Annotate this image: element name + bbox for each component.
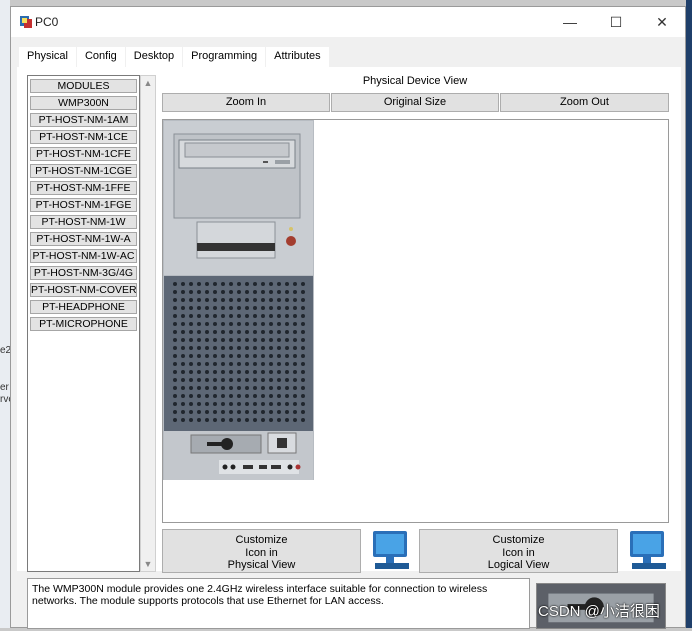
- module-item[interactable]: PT-HOST-NM-1W-A: [30, 232, 137, 246]
- scroll-up-icon[interactable]: ▲: [141, 76, 155, 90]
- module-list: MODULES WMP300N PT-HOST-NM-1AM PT-HOST-N…: [27, 75, 140, 572]
- maximize-button[interactable]: ☐: [593, 7, 639, 37]
- module-item[interactable]: WMP300N: [30, 96, 137, 110]
- customize-logical-icon-button[interactable]: Customize Icon in Logical View: [419, 529, 618, 573]
- pc-tower-image: [163, 120, 314, 480]
- customize-physical-icon-button[interactable]: Customize Icon in Physical View: [162, 529, 361, 573]
- module-item[interactable]: PT-MICROPHONE: [30, 317, 137, 331]
- button-label-line: Physical View: [227, 559, 296, 571]
- tab-physical[interactable]: Physical: [19, 47, 76, 69]
- button-label-line: Icon in: [245, 546, 278, 559]
- module-item[interactable]: PT-HOST-NM-COVER: [30, 283, 137, 297]
- button-label-line: Icon in: [502, 546, 535, 559]
- tab-bar: Physical Config Desktop Programming Attr…: [19, 47, 330, 69]
- scroll-down-icon[interactable]: ▼: [141, 557, 155, 571]
- tab-config[interactable]: Config: [76, 47, 125, 67]
- watermark: CSDN @小洁很困: [538, 603, 660, 620]
- background-desktop: [0, 0, 10, 628]
- module-item[interactable]: PT-HOST-NM-1FFE: [30, 181, 137, 195]
- physical-panel: MODULES WMP300N PT-HOST-NM-1AM PT-HOST-N…: [17, 67, 681, 573]
- tab-attributes[interactable]: Attributes: [266, 47, 329, 67]
- minimize-button[interactable]: —: [547, 7, 593, 37]
- zoom-in-button[interactable]: Zoom In: [162, 93, 330, 112]
- button-label-line: Customize: [492, 534, 545, 546]
- module-list-scrollbar[interactable]: ▲ ▼: [140, 75, 156, 572]
- window-title: PC0: [35, 15, 59, 29]
- original-size-button[interactable]: Original Size: [331, 93, 499, 112]
- physical-device-view-label: Physical Device View: [362, 75, 468, 87]
- device-canvas[interactable]: [162, 119, 669, 523]
- zoom-out-button[interactable]: Zoom Out: [500, 93, 669, 112]
- background-edge: [686, 0, 692, 628]
- computer-icon: [373, 531, 409, 569]
- tab-desktop[interactable]: Desktop: [125, 47, 183, 67]
- module-description: The WMP300N module provides one 2.4GHz w…: [27, 578, 530, 629]
- module-item[interactable]: PT-HOST-NM-1W-AC: [30, 249, 137, 263]
- module-item[interactable]: PT-HEADPHONE: [30, 300, 137, 314]
- button-label-line: Logical View: [487, 559, 550, 571]
- module-item[interactable]: PT-HOST-NM-3G/4G: [30, 266, 137, 280]
- module-item[interactable]: PT-HOST-NM-1FGE: [30, 198, 137, 212]
- module-item[interactable]: PT-HOST-NM-1W: [30, 215, 137, 229]
- module-item[interactable]: PT-HOST-NM-1CGE: [30, 164, 137, 178]
- computer-icon: [630, 531, 666, 569]
- module-item[interactable]: PT-HOST-NM-1AM: [30, 113, 137, 127]
- background-text-fragment: er: [0, 382, 9, 393]
- tab-programming[interactable]: Programming: [183, 47, 266, 67]
- button-label-line: Customize: [235, 534, 288, 546]
- module-item[interactable]: PT-HOST-NM-1CFE: [30, 147, 137, 161]
- module-header: MODULES: [30, 79, 137, 93]
- close-button[interactable]: ✕: [639, 7, 685, 37]
- module-item[interactable]: PT-HOST-NM-1CE: [30, 130, 137, 144]
- device-window: PC0 — ☐ ✕ Physical Config Desktop Progra…: [10, 6, 686, 629]
- app-icon: [20, 16, 32, 28]
- title-bar[interactable]: PC0 — ☐ ✕: [11, 7, 685, 37]
